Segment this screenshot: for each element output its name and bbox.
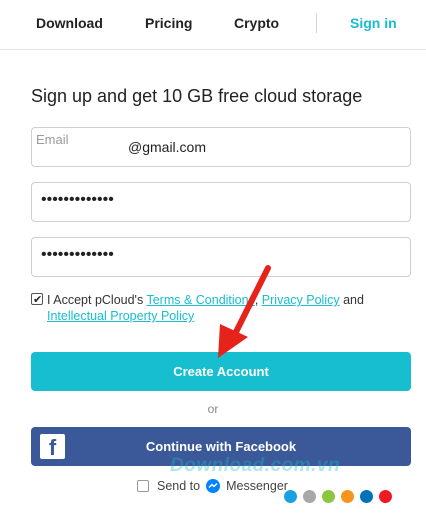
dot-dark-blue (360, 490, 373, 503)
dot-green (322, 490, 335, 503)
terms-checkbox[interactable] (31, 292, 43, 308)
watermark-dots (284, 490, 398, 508)
nav-crypto[interactable]: Crypto (234, 15, 279, 31)
top-navigation: Download Pricing Crypto Sign in (0, 0, 426, 50)
email-label: Email (36, 132, 69, 147)
dot-blue (284, 490, 297, 503)
page-title: Sign up and get 10 GB free cloud storage (31, 86, 363, 106)
messenger-icon (206, 479, 221, 493)
terms-and: and (343, 293, 364, 307)
email-field[interactable]: Email @gmail.com (31, 127, 411, 167)
messenger-prefix: Send to (157, 479, 201, 493)
dot-orange (341, 490, 354, 503)
ip-policy-link[interactable]: Intellectual Property Policy (47, 309, 194, 323)
nav-download[interactable]: Download (36, 15, 103, 31)
password-field[interactable]: ••••••••••••• (31, 182, 411, 222)
or-separator: or (207, 402, 219, 416)
red-arrow-annotation (218, 265, 271, 358)
messenger-checkbox[interactable] (137, 480, 149, 492)
repeat-password-value: ••••••••••••• (41, 246, 114, 263)
send-to-messenger: Send to Messenger (137, 479, 288, 493)
email-value: @gmail.com (128, 139, 207, 155)
nav-sign-in[interactable]: Sign in (350, 15, 397, 31)
dot-gray (303, 490, 316, 503)
watermark-logo: Download.com.vn (170, 455, 341, 476)
nav-pricing[interactable]: Pricing (145, 15, 192, 31)
messenger-label: Messenger (226, 479, 288, 493)
dot-red (379, 490, 392, 503)
terms-prefix: I Accept pCloud's (47, 293, 144, 307)
password-value: ••••••••••••• (41, 191, 114, 208)
nav-divider (316, 13, 317, 33)
